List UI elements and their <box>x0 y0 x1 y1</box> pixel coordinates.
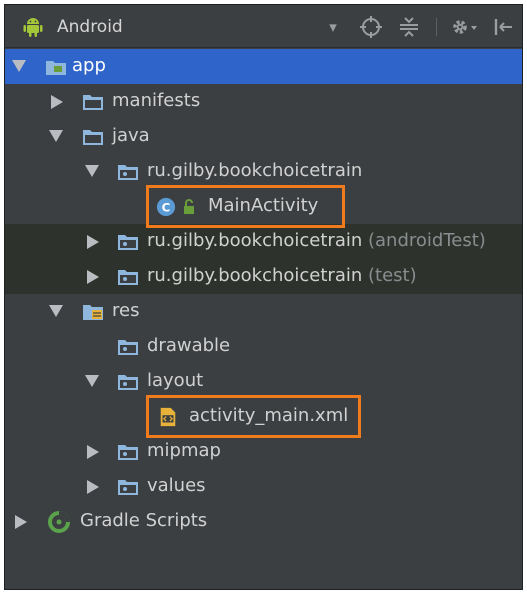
project-view-selector[interactable]: Android <box>57 17 123 37</box>
tree-item-label: mipmap <box>147 440 221 461</box>
package-icon <box>118 375 138 390</box>
folder-icon <box>83 130 103 145</box>
package-icon <box>118 445 138 460</box>
android-icon <box>23 18 43 37</box>
tree-item-java[interactable]: java <box>5 119 522 154</box>
chevron-down-icon[interactable]: ▾ <box>323 15 343 39</box>
highlight-box-main-activity <box>146 185 345 228</box>
package-name: ru.gilby.bookchoicetrain <box>147 265 363 286</box>
expand-arrow-icon[interactable] <box>87 445 99 459</box>
expand-arrow-icon[interactable] <box>49 305 63 317</box>
tree-item-label: values <box>147 475 206 496</box>
tree-item-package-android-test[interactable]: ru.gilby.bookchoicetrain (androidTest) <box>5 224 522 259</box>
tree-item-package-test[interactable]: ru.gilby.bookchoicetrain (test) <box>5 259 522 294</box>
expand-arrow-icon[interactable] <box>15 515 27 529</box>
folder-icon <box>83 95 103 110</box>
tree-item-res[interactable]: res <box>5 294 522 329</box>
tree-item-layout[interactable]: layout <box>5 364 522 399</box>
expand-arrow-icon[interactable] <box>85 375 99 387</box>
expand-arrow-icon[interactable] <box>51 95 63 109</box>
tree-item-values[interactable]: values <box>5 469 522 504</box>
project-tool-window: Android ▾ app manifests java ru.gilby.bo… <box>4 4 523 590</box>
expand-arrow-icon[interactable] <box>87 235 99 249</box>
tree-item-manifests[interactable]: manifests <box>5 84 522 119</box>
source-set-suffix: (test) <box>368 265 417 286</box>
tree-item-label: Gradle Scripts <box>80 510 208 531</box>
module-folder-icon <box>46 61 66 75</box>
tree-item-app[interactable]: app <box>5 49 522 84</box>
expand-arrow-icon[interactable] <box>12 60 26 72</box>
tree-item-gradle-scripts[interactable]: Gradle Scripts <box>5 504 522 539</box>
package-name: ru.gilby.bookchoicetrain <box>147 230 363 251</box>
package-icon <box>118 480 138 495</box>
tree-item-drawable[interactable]: drawable <box>5 329 522 364</box>
tree-item-package[interactable]: ru.gilby.bookchoicetrain <box>5 154 522 189</box>
expand-arrow-icon[interactable] <box>85 165 99 177</box>
expand-arrow-icon[interactable] <box>87 480 99 494</box>
tree-item-label: java <box>112 125 150 146</box>
toolbar-separator <box>436 18 437 36</box>
expand-arrow-icon[interactable] <box>87 270 99 284</box>
tree-item-label: ru.gilby.bookchoicetrain <box>147 160 363 181</box>
package-icon <box>118 340 138 355</box>
hide-panel-icon[interactable] <box>491 15 515 39</box>
tree-item-label: res <box>112 300 140 321</box>
tree-item-label: manifests <box>112 90 201 111</box>
tree-item-label: app <box>72 55 106 76</box>
tree-item-label: ru.gilby.bookchoicetrain (test) <box>147 265 417 286</box>
source-set-suffix: (androidTest) <box>368 230 486 251</box>
package-icon <box>118 270 138 285</box>
tree-item-mipmap[interactable]: mipmap <box>5 434 522 469</box>
highlight-box-activity-main-xml <box>146 395 361 438</box>
project-view-header: Android ▾ <box>5 5 522 48</box>
tree-item-label: ru.gilby.bookchoicetrain (androidTest) <box>147 230 486 251</box>
package-icon <box>118 235 138 250</box>
gradle-icon <box>48 511 70 533</box>
package-icon <box>118 165 138 180</box>
resources-folder-icon <box>83 305 103 320</box>
crosshair-icon[interactable] <box>359 15 383 39</box>
tree-item-label: layout <box>147 370 204 391</box>
expand-arrow-icon[interactable] <box>49 130 63 142</box>
tree-item-label: drawable <box>147 335 231 356</box>
gear-icon[interactable] <box>449 15 479 39</box>
collapse-all-icon[interactable] <box>397 15 421 39</box>
